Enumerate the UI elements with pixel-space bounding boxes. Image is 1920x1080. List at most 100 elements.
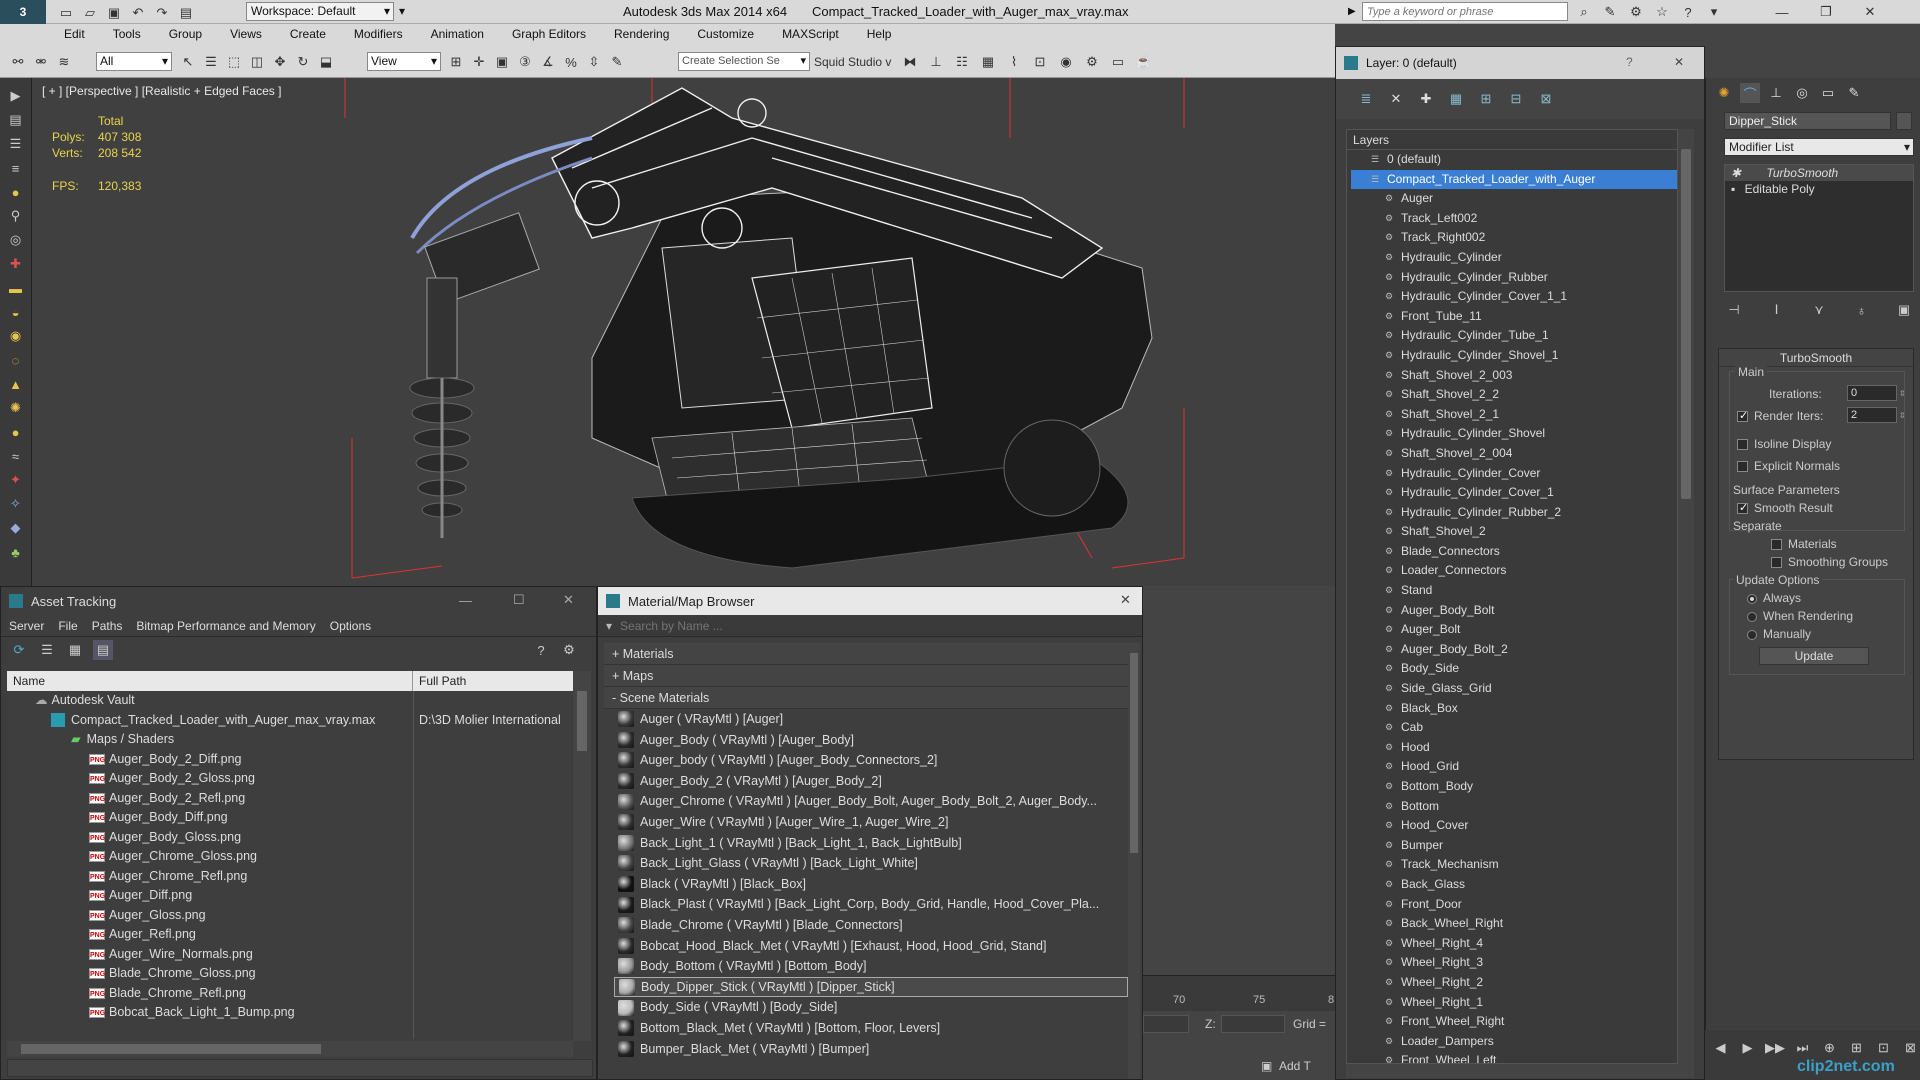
- move-icon[interactable]: ✥: [270, 52, 290, 72]
- asset-file-row[interactable]: PNG Auger_Gloss.png: [7, 906, 573, 926]
- modifier-stack-item[interactable]: ✱ TurboSmooth: [1725, 165, 1913, 181]
- materials-section[interactable]: + Materials: [604, 643, 1128, 665]
- close-icon[interactable]: ✕: [563, 592, 574, 608]
- asset-horizontal-scrollbar[interactable]: [7, 1041, 573, 1057]
- asset-file-row[interactable]: PNG Bobcat_Back_Light_1_Bump.png: [7, 1003, 573, 1023]
- spinner-snap-icon[interactable]: ⇳: [584, 52, 604, 72]
- minimize-icon[interactable]: —: [1772, 2, 1792, 22]
- select-manipulate-icon[interactable]: ✛: [469, 52, 489, 72]
- smoothing-groups-checkbox[interactable]: [1771, 557, 1782, 569]
- object-row[interactable]: ⚙ Track_Mechanism: [1351, 855, 1677, 875]
- asset-file-row[interactable]: PNG Blade_Chrome_Gloss.png: [7, 964, 573, 984]
- explicit-normals-checkbox[interactable]: [1737, 461, 1748, 473]
- object-row[interactable]: ⚙ Hydraulic_Cylinder_Tube_1: [1351, 326, 1677, 346]
- object-row[interactable]: ⚙ Stand: [1351, 581, 1677, 601]
- menu-help[interactable]: Help: [867, 27, 892, 41]
- link-icon[interactable]: ⚯: [8, 52, 28, 72]
- object-row[interactable]: ⚙ Bottom_Body: [1351, 777, 1677, 797]
- utilities-tab-icon[interactable]: ✎: [1844, 83, 1864, 103]
- menu-create[interactable]: Create: [290, 27, 326, 41]
- play-icon[interactable]: ▶: [1738, 1038, 1757, 1058]
- object-row[interactable]: ⚙ Back_Wheel_Right: [1351, 914, 1677, 934]
- new-file-icon[interactable]: ▭: [56, 3, 76, 23]
- object-row[interactable]: ⚙ Hydraulic_Cylinder: [1351, 248, 1677, 268]
- object-color-swatch[interactable]: [1896, 112, 1912, 130]
- asset-menu-paths[interactable]: Paths: [92, 619, 123, 633]
- object-row[interactable]: ⚙ Cab: [1351, 718, 1677, 738]
- refresh-icon[interactable]: ⟳: [9, 640, 29, 660]
- object-row[interactable]: ⚙ Shaft_Shovel_2_003: [1351, 366, 1677, 386]
- schematic-view-icon[interactable]: ⊡: [1030, 52, 1050, 72]
- menu-customize[interactable]: Customize: [697, 27, 754, 41]
- object-row[interactable]: ⚙ Hydraulic_Cylinder_Rubber: [1351, 268, 1677, 288]
- help-icon[interactable]: ?: [1678, 2, 1698, 22]
- object-row[interactable]: ⚙ Wheel_Right_4: [1351, 934, 1677, 954]
- when-rendering-row[interactable]: When Rendering: [1747, 609, 1853, 623]
- system-tool-icon[interactable]: ♣: [6, 542, 26, 562]
- smooth-result-row[interactable]: Smooth Result: [1737, 501, 1833, 515]
- helper-tool-icon[interactable]: ✚: [6, 254, 26, 274]
- object-row[interactable]: ⚙ Hydraulic_Cylinder_Rubber_2: [1351, 503, 1677, 523]
- project-folder-icon[interactable]: ▤: [176, 3, 196, 23]
- cylinder-tool-icon[interactable]: ◉: [6, 326, 26, 346]
- asset-file-row[interactable]: PNG Auger_Diff.png: [7, 886, 573, 906]
- timeline-ruler[interactable]: 70 75 8: [1143, 975, 1335, 1011]
- lock-icon[interactable]: ▣: [1261, 1059, 1272, 1073]
- select-object-icon[interactable]: ↖: [178, 52, 198, 72]
- menu-animation[interactable]: Animation: [431, 27, 484, 41]
- pivot-center-icon[interactable]: ⊞: [446, 52, 466, 72]
- create-tab-icon[interactable]: ✺: [1714, 83, 1734, 103]
- maps-section[interactable]: + Maps: [604, 665, 1128, 687]
- spinner-arrows-icon[interactable]: ⇳: [1899, 411, 1906, 420]
- help-icon[interactable]: ?: [531, 640, 551, 660]
- squid-studio-label[interactable]: Squid Studio v: [814, 55, 891, 69]
- select-objects-icon[interactable]: ⊞: [1476, 89, 1496, 109]
- menu-tools[interactable]: Tools: [113, 27, 141, 41]
- material-editor-icon[interactable]: ◉: [1056, 52, 1076, 72]
- communication-icon[interactable]: ✎: [1600, 2, 1620, 22]
- hierarchy-tab-icon[interactable]: ⊥: [1766, 83, 1786, 103]
- object-row[interactable]: ⚙ Body_Side: [1351, 659, 1677, 679]
- asset-menu-options[interactable]: Options: [330, 619, 371, 633]
- next-frame-icon[interactable]: ▶▶: [1765, 1038, 1785, 1058]
- asset-file-row[interactable]: PNG Auger_Body_2_Gloss.png: [7, 769, 573, 789]
- object-row[interactable]: ⚙ Hydraulic_Cylinder_Cover_1_1: [1351, 287, 1677, 307]
- mirror-icon[interactable]: ⧓: [900, 52, 920, 72]
- modifier-list-dropdown[interactable]: Modifier List ▾: [1724, 138, 1914, 156]
- restore-icon[interactable]: ❐: [1816, 2, 1836, 22]
- graphite-tools-icon[interactable]: ▦: [978, 52, 998, 72]
- col-name-header[interactable]: Name: [7, 671, 413, 691]
- list-tool-icon[interactable]: ☰: [6, 134, 26, 154]
- render-iters-row[interactable]: Render Iters:: [1737, 409, 1823, 423]
- maximize-icon[interactable]: ☐: [513, 592, 525, 608]
- geosphere-tool-icon[interactable]: ✺: [6, 398, 26, 418]
- scrollbar-thumb[interactable]: [21, 1044, 321, 1054]
- isoline-checkbox[interactable]: [1737, 439, 1748, 451]
- pin-stack-icon[interactable]: ⊣: [1724, 300, 1744, 320]
- asset-path-field[interactable]: [7, 1059, 593, 1077]
- asset-menu-bitmap[interactable]: Bitmap Performance and Memory: [136, 619, 315, 633]
- named-selection-dropdown[interactable]: Create Selection Se ▾: [678, 52, 810, 71]
- scene-material-item[interactable]: Auger_Chrome ( VRayMtl ) [Auger_Body_Bol…: [614, 791, 1128, 812]
- smoothing-groups-row[interactable]: Smoothing Groups: [1771, 555, 1888, 569]
- object-row[interactable]: ⚙ Hydraulic_Cylinder_Cover: [1351, 464, 1677, 484]
- menu-views[interactable]: Views: [230, 27, 262, 41]
- settings-icon[interactable]: ⚙: [559, 640, 579, 660]
- menu-modifiers[interactable]: Modifiers: [354, 27, 403, 41]
- material-scrollbar[interactable]: [1128, 643, 1140, 1079]
- table-view-icon[interactable]: ▤: [93, 640, 113, 660]
- scrollbar-thumb[interactable]: [1130, 653, 1138, 853]
- new-layer-icon[interactable]: ✚: [1416, 89, 1436, 109]
- keyword-search-input[interactable]: [1362, 2, 1568, 21]
- selection-filter-dropdown[interactable]: All ▾: [96, 52, 172, 71]
- object-row[interactable]: ⚙ Hood_Grid: [1351, 757, 1677, 777]
- materials-checkbox[interactable]: [1771, 539, 1782, 551]
- asset-file-row[interactable]: PNG Auger_Body_2_Diff.png: [7, 750, 573, 770]
- open-file-icon[interactable]: ▱: [80, 3, 100, 23]
- layer-list-scrollbar[interactable]: [1678, 129, 1694, 1064]
- workspace-dropdown[interactable]: Workspace: Default ▾: [246, 2, 394, 21]
- menu-group[interactable]: Group: [169, 27, 202, 41]
- percent-snap-icon[interactable]: %: [561, 52, 581, 72]
- always-radio[interactable]: [1747, 593, 1757, 604]
- save-icon[interactable]: ▣: [104, 3, 124, 23]
